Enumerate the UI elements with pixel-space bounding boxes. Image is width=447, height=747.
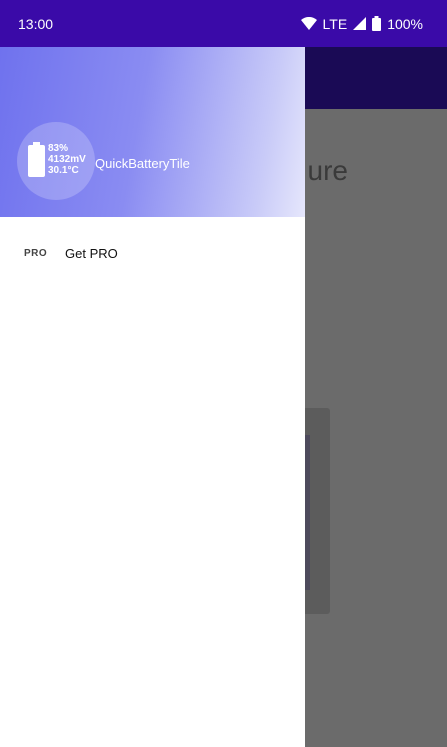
status-icons: LTE 100% <box>300 15 423 32</box>
navigation-drawer: 83% 4132mV 30.1°C QuickBatteryTile PRO G… <box>0 47 305 747</box>
battery-percent: 83% <box>48 143 69 154</box>
pro-icon: PRO <box>24 247 48 259</box>
status-time: 13:00 <box>18 15 54 32</box>
network-type: LTE <box>322 15 348 32</box>
status-bar: 13:00 LTE 100% <box>0 0 447 47</box>
battery-avatar: 83% 4132mV 30.1°C <box>17 122 95 200</box>
battery-temperature: 30.1°C <box>48 165 79 176</box>
app-name: QuickBatteryTile <box>95 156 190 171</box>
battery-level: 100% <box>387 15 423 32</box>
menu-item-label: Get PRO <box>65 245 118 261</box>
signal-icon <box>353 17 367 30</box>
wifi-icon <box>300 17 317 30</box>
battery-voltage: 4132mV <box>48 154 86 165</box>
menu-item-get-pro[interactable]: PRO Get PRO <box>0 235 305 271</box>
drawer-header: 83% 4132mV 30.1°C QuickBatteryTile <box>0 47 305 217</box>
battery-icon <box>28 142 45 177</box>
battery-icon <box>372 16 382 31</box>
